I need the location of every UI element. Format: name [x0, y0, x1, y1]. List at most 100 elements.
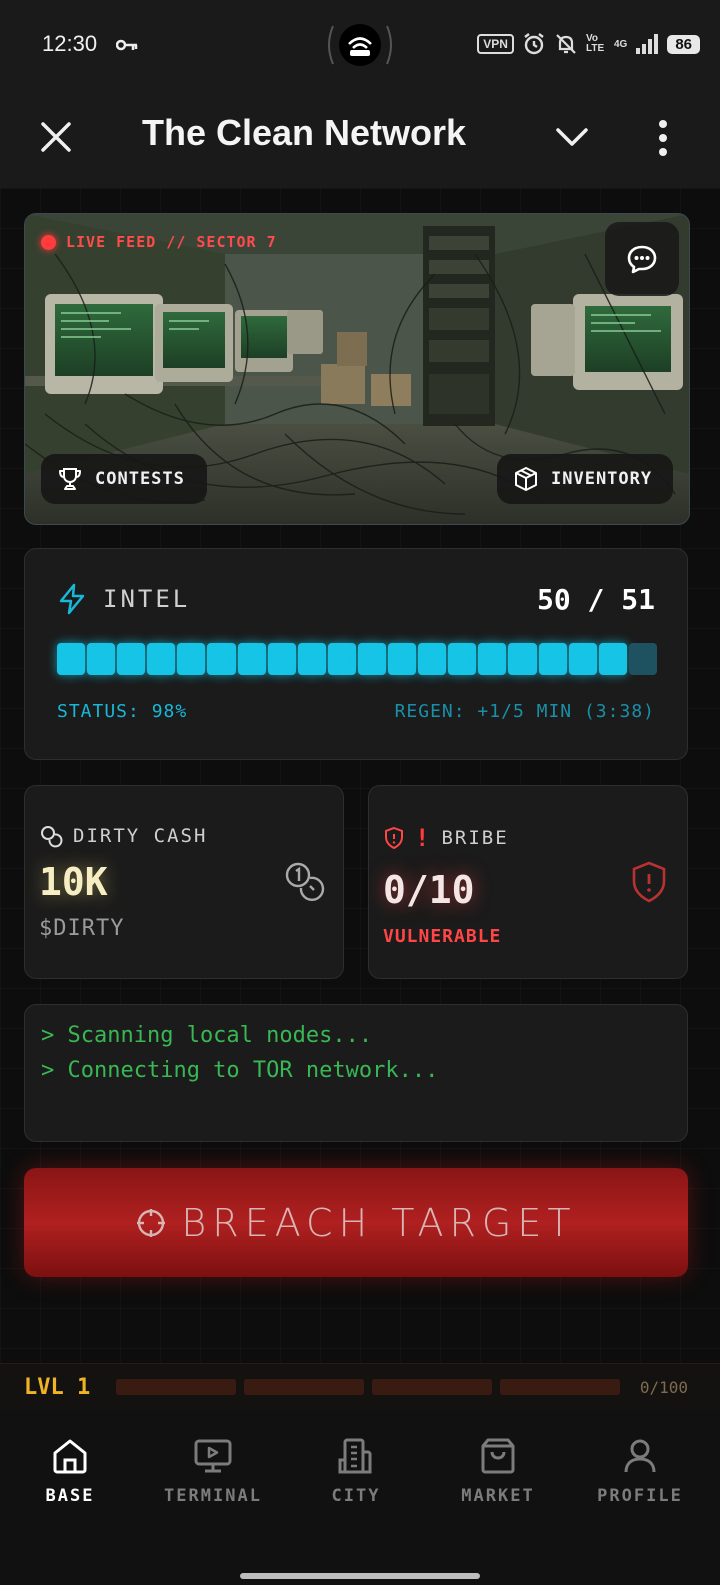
chat-button[interactable]: [605, 222, 679, 296]
network-type: 4G: [613, 38, 628, 50]
breach-target-label: BREACH TARGET: [181, 1200, 577, 1245]
app-title: The Clean Network: [142, 112, 467, 153]
battery-level: 86: [667, 34, 700, 54]
alarm-icon: [524, 33, 544, 55]
home-icon: [53, 1439, 87, 1474]
bottom-navigation: BASE TERMINAL CITY MARKET PROFILE: [0, 1410, 720, 1585]
nav-item-city[interactable]: CITY: [296, 1436, 416, 1506]
intel-header: INTEL: [57, 583, 190, 615]
intel-bar-segment: [628, 643, 657, 675]
contests-button[interactable]: CONTESTS: [41, 454, 207, 504]
terminal-log: > Scanning local nodes... > Connecting t…: [24, 1004, 688, 1142]
intel-bar-segment: [297, 643, 326, 675]
user-icon: [624, 1439, 656, 1473]
intel-bar-segment: [478, 643, 507, 675]
terminal-line: > Connecting to TOR network...: [41, 1058, 439, 1083]
intel-bar-segment: [147, 643, 176, 675]
level-label: LVL 1: [24, 1375, 91, 1400]
nav-label-base: BASE: [45, 1486, 95, 1506]
bribe-card: ! BRIBE 0/10 VULNERABLE: [368, 785, 688, 979]
bribe-label: BRIBE: [441, 827, 509, 849]
intel-bar-segment: [598, 643, 627, 675]
inventory-label: INVENTORY: [551, 469, 653, 489]
dirty-cash-label: DIRTY CASH: [73, 825, 208, 847]
terminal-line: > Scanning local nodes...: [41, 1023, 373, 1048]
dirty-cash-card: DIRTY CASH 10K $DIRTY: [24, 785, 344, 979]
crosshair-icon: [137, 1208, 166, 1237]
intel-card: INTEL 50 / 51 STATUS: 98% REGEN: +1/5 MI…: [24, 548, 688, 760]
intel-bar-segment: [237, 643, 266, 675]
vpn-badge: VPN: [477, 34, 514, 54]
volte-badge: Vo LTE: [585, 33, 605, 54]
coins-icon: [285, 862, 325, 901]
status-bar: 12:30 VPN Vo LTE 4G 86: [0, 0, 720, 90]
shield-alert-small-icon: [385, 826, 403, 850]
status-time: 12:30: [42, 31, 98, 56]
chat-icon: [627, 245, 657, 274]
live-indicator-dot: [41, 234, 56, 250]
intel-bar-segment: [57, 643, 86, 675]
lightning-icon: [59, 583, 85, 615]
intel-count: 50 / 51: [536, 583, 655, 616]
xp-segment: [244, 1379, 364, 1395]
intel-bar-segment: [177, 643, 206, 675]
intel-bar-segment: [448, 643, 477, 675]
monitor-icon: [194, 1439, 232, 1473]
intel-label: INTEL: [103, 585, 191, 613]
intel-bar-segment: [357, 643, 387, 675]
nav-label-profile: PROFILE: [597, 1486, 683, 1506]
intel-bar-segment: [508, 643, 537, 675]
xp-value: 0/100: [639, 1378, 688, 1397]
xp-segment: [500, 1379, 620, 1395]
intel-bar-segment: [117, 643, 146, 675]
xp-segment: [372, 1379, 492, 1395]
intel-bar-segment: [87, 643, 116, 675]
bribe-status: VULNERABLE: [383, 926, 502, 947]
app-bar: The Clean Network: [0, 90, 720, 188]
breach-target-button[interactable]: BREACH TARGET: [24, 1168, 688, 1277]
more-vert-icon[interactable]: [648, 116, 678, 160]
chevron-down-icon[interactable]: [552, 117, 592, 157]
shield-alert-icon: [632, 861, 666, 903]
inventory-button[interactable]: INVENTORY: [497, 454, 673, 504]
live-feed-card: LIVE FEED // SECTOR 7 CONTESTS INVENTORY: [24, 213, 690, 525]
intel-regen: REGEN: +1/5 MIN (3:38): [394, 701, 655, 722]
coins-small-icon: [41, 826, 63, 848]
nav-item-profile[interactable]: PROFILE: [580, 1436, 700, 1506]
nav-label-city: CITY: [331, 1486, 381, 1506]
mute-icon: [556, 34, 576, 54]
trophy-icon: [59, 468, 81, 490]
shopping-bag-icon: [481, 1438, 515, 1474]
close-icon[interactable]: [36, 117, 76, 157]
xp-segment: [116, 1379, 236, 1395]
hotspot-icon: [328, 24, 392, 66]
bribe-value: 0/10: [383, 868, 475, 912]
nav-item-base[interactable]: BASE: [10, 1436, 130, 1506]
nav-item-terminal[interactable]: TERMINAL: [153, 1436, 273, 1506]
intel-status: STATUS: 98%: [57, 701, 188, 722]
intel-bar-segment: [418, 643, 447, 675]
intel-bar-segment: [207, 643, 236, 675]
nav-item-market[interactable]: MARKET: [438, 1436, 558, 1506]
contests-label: CONTESTS: [95, 469, 185, 489]
intel-bar-segment: [568, 643, 597, 675]
nav-label-terminal: TERMINAL: [164, 1486, 262, 1506]
dirty-cash-value: 10K: [39, 860, 108, 904]
live-feed-label: LIVE FEED // SECTOR 7: [41, 233, 277, 251]
level-bar: LVL 1 0/100: [0, 1363, 720, 1411]
building-icon: [338, 1438, 372, 1474]
intel-bar-segment: [267, 643, 296, 675]
signal-icon: [636, 34, 659, 54]
intel-bar-segment: [327, 643, 356, 675]
intel-progress-bar: [57, 643, 657, 675]
key-icon: [116, 39, 138, 51]
dirty-cash-header: DIRTY CASH: [39, 824, 207, 848]
dirty-cash-unit: $DIRTY: [39, 916, 125, 941]
xp-progress-bar: [116, 1379, 620, 1395]
box-icon: [515, 467, 537, 491]
intel-bar-segment: [388, 643, 417, 675]
home-indicator[interactable]: [240, 1573, 480, 1579]
alert-exclamation-icon: !: [415, 824, 432, 852]
bribe-header: ! BRIBE: [383, 824, 509, 852]
nav-label-market: MARKET: [461, 1486, 535, 1506]
